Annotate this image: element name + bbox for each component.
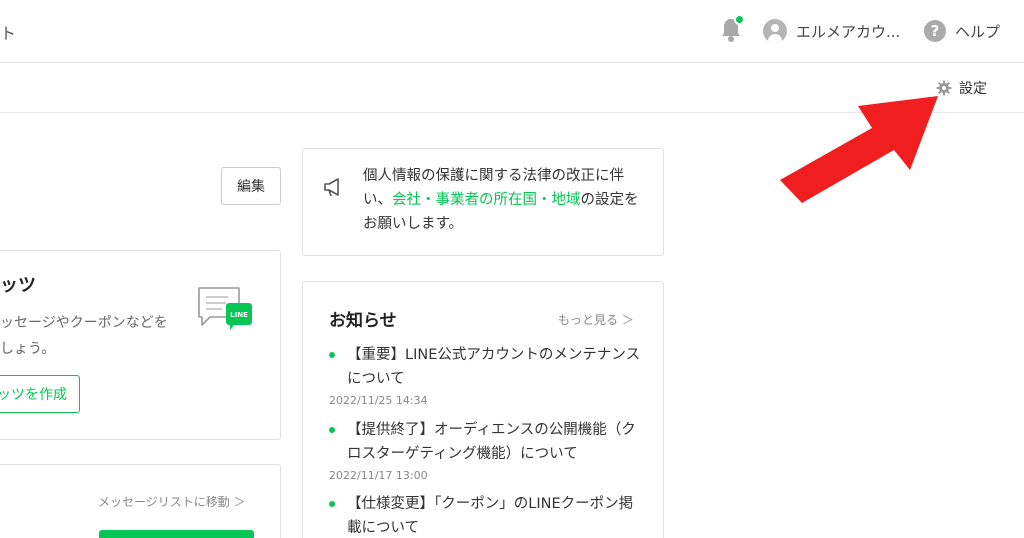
notice-message: 個人情報の保護に関する法律の改正に伴い、会社・事業者の所在国・地域の設定をお願い…	[363, 168, 639, 232]
news-item-title: 【仕様変更】「クーポン」のLINEクーポン掲載について	[347, 496, 634, 536]
settings-link[interactable]: 設定	[936, 77, 987, 99]
megaphone-icon	[324, 178, 339, 197]
bullet-icon	[329, 427, 335, 433]
more-news-link[interactable]: もっと見る ＞	[558, 311, 634, 328]
news-item-title: 【重要】LINE公式アカウントのメンテナンスについて	[347, 347, 641, 387]
notification-dot	[734, 14, 745, 25]
content-card-description: ッセージやクーポンなどを しょう。	[0, 315, 168, 357]
news-item[interactable]: 【重要】LINE公式アカウントのメンテナンスについて 2022/11/25 14…	[329, 343, 644, 407]
settings-label: 設定	[959, 81, 987, 97]
line-badge: LINE	[230, 311, 248, 319]
country-region-link[interactable]: 会社・事業者の所在国・地域	[392, 192, 581, 208]
help-label: ヘルプ	[955, 22, 1001, 41]
chat-bubble-line-icon: LINE	[198, 287, 252, 330]
news-item-title: 【提供終了】オーディエンスの公開機能（クロスターゲティング機能）について	[347, 422, 636, 462]
help-icon: ?	[924, 20, 946, 42]
bullet-icon	[329, 352, 335, 358]
content-card-title: ッツ	[0, 275, 36, 296]
annotation-arrow-icon	[780, 96, 938, 203]
app-title-fragment: ト	[0, 24, 17, 43]
bullet-icon	[329, 501, 335, 507]
news-item-date: 2022/11/25 14:34	[329, 394, 428, 407]
avatar-icon	[763, 19, 787, 43]
top-bar: ト エルメアカウ... ? ヘルプ	[0, 0, 1024, 63]
news-title: お知らせ	[329, 311, 397, 331]
news-item[interactable]: 【仕様変更】「クーポン」のLINEクーポン掲載について	[329, 492, 644, 538]
help-link[interactable]: ? ヘルプ	[924, 18, 1000, 44]
create-content-button[interactable]: ッツを作成	[0, 375, 80, 413]
news-item-date: 2022/11/17 13:00	[329, 469, 428, 482]
message-list-link[interactable]: メッセージリストに移動 ＞	[98, 493, 246, 510]
primary-action-button[interactable]	[99, 530, 254, 538]
account-name: エルメアカウ...	[796, 22, 901, 41]
news-item[interactable]: 【提供終了】オーディエンスの公開機能（クロスターゲティング機能）について 202…	[329, 418, 644, 482]
account-menu[interactable]: エルメアカウ...	[763, 18, 900, 44]
edit-button[interactable]: 編集	[221, 167, 281, 205]
